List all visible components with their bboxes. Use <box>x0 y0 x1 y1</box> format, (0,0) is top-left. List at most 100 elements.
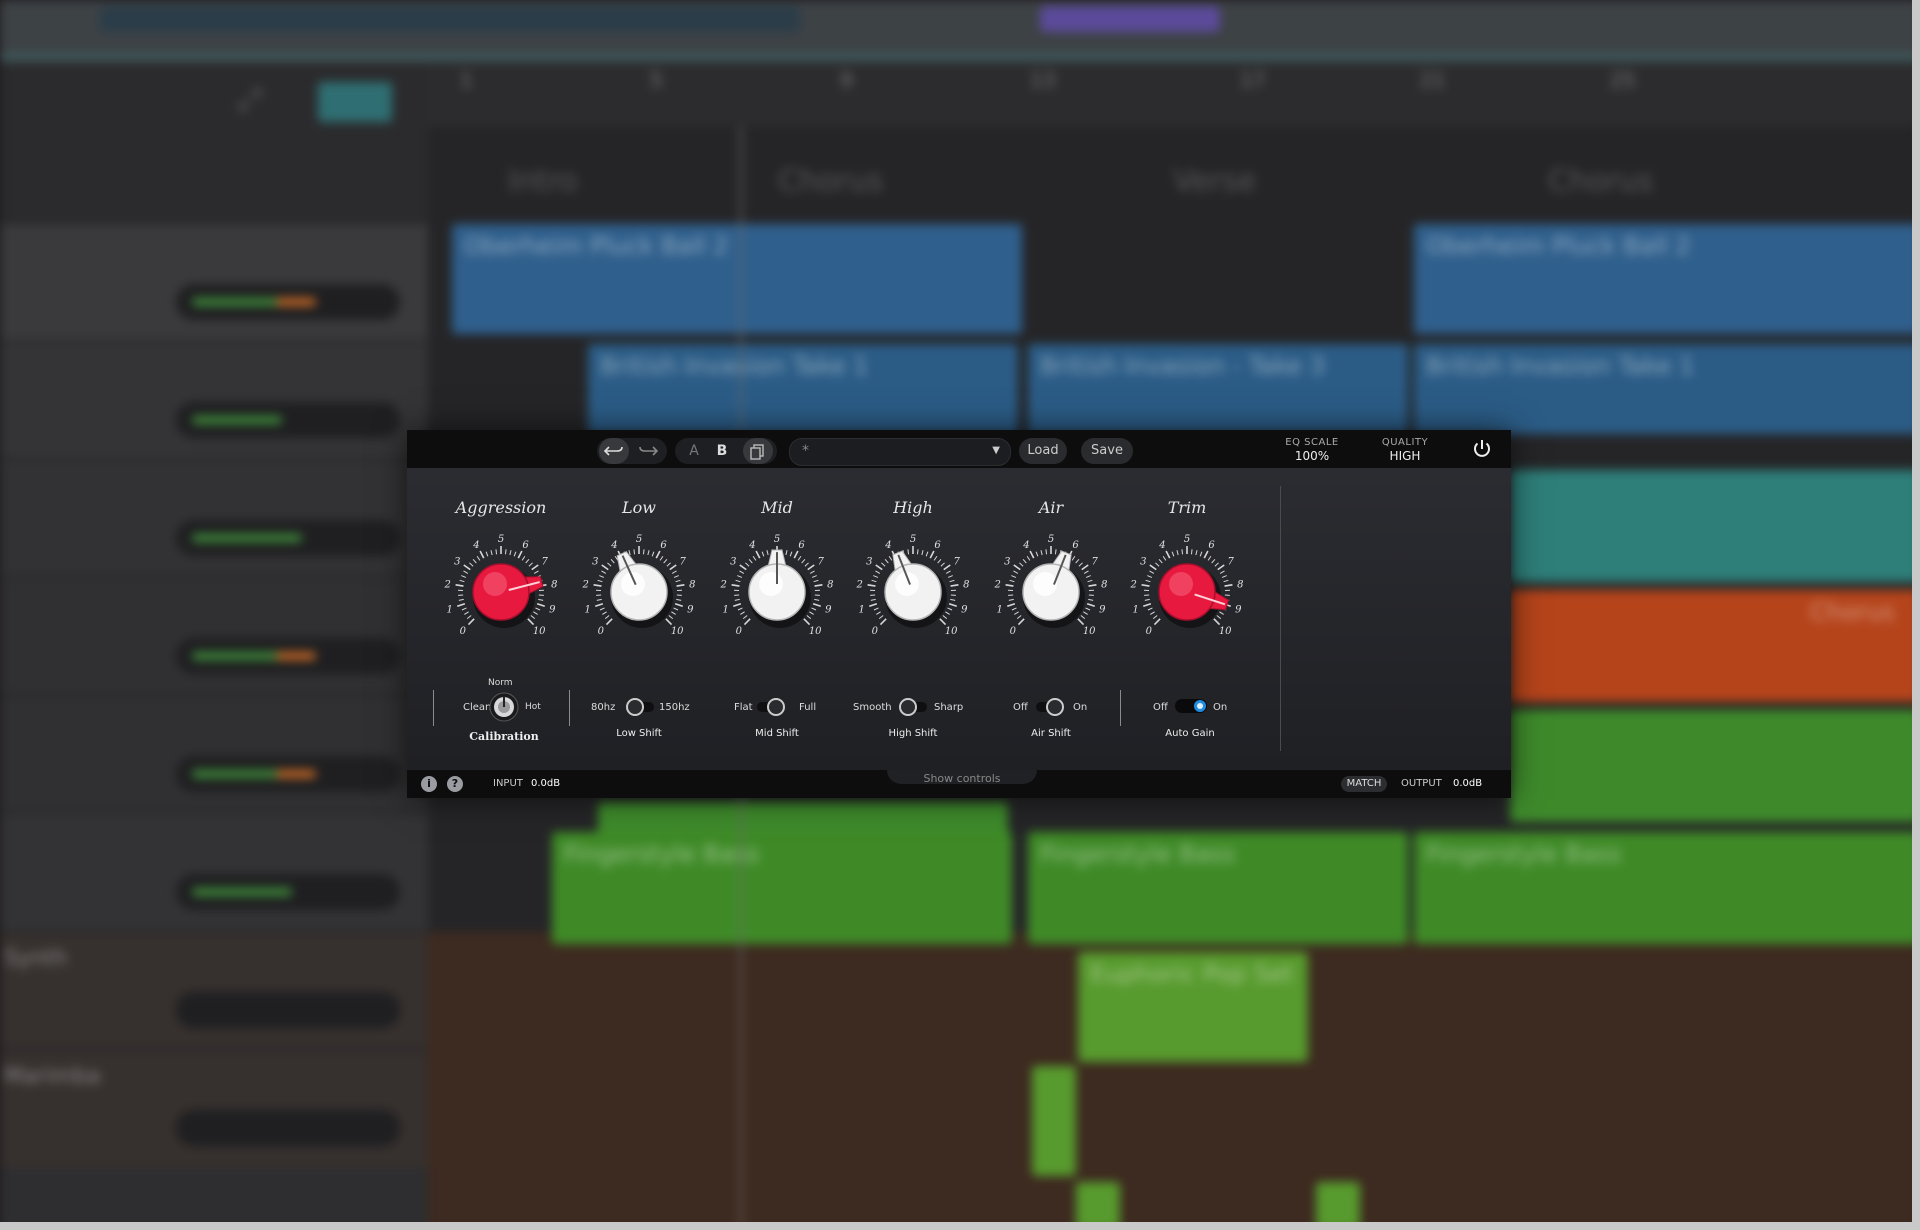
undo-button[interactable] <box>599 438 629 464</box>
show-controls-button[interactable]: Show controls <box>887 770 1037 785</box>
knob-tick <box>610 558 615 564</box>
mid-shift-label: Mid Shift <box>755 728 799 739</box>
knob-scale-label: 1 <box>858 605 864 616</box>
track-row[interactable]: Synth <box>0 930 428 1050</box>
air-shift-right-label: On <box>1073 702 1088 713</box>
knob-tick <box>811 575 817 578</box>
low-shift-switch[interactable] <box>623 692 657 722</box>
knob-scale-label: 6 <box>522 540 529 551</box>
copy-button[interactable] <box>743 438 773 464</box>
knob-scale-label: 5 <box>1048 534 1054 545</box>
clip[interactable]: Fingerstyle Bass <box>1028 832 1408 944</box>
knob-tick <box>1019 562 1024 567</box>
track-list: ⤢ Synth Marimba <box>0 62 428 1230</box>
knob-scale-label: 4 <box>748 540 755 551</box>
high-knob[interactable]: 01 2 3 4 5 6 7 8 910 <box>853 530 973 650</box>
knob-tick <box>807 564 815 571</box>
clip[interactable]: British Invasion Take 1 <box>588 344 1018 434</box>
knob-tick <box>947 607 953 611</box>
input-label: INPUT <box>493 778 523 789</box>
track-row[interactable] <box>0 458 428 578</box>
track-row[interactable] <box>0 340 428 460</box>
knob-tick <box>528 562 533 567</box>
redo-button[interactable] <box>633 438 663 464</box>
knob-tick <box>458 598 464 601</box>
knob-scale-label: 1 <box>446 605 452 616</box>
preset-dropdown[interactable]: * ▼ <box>789 438 1011 466</box>
a-button[interactable]: A <box>679 438 709 464</box>
trim-knob[interactable]: 01 2 3 4 5 6 7 8 910 <box>1127 530 1247 650</box>
knob-tick <box>1054 549 1057 555</box>
quality-value: HIGH <box>1389 449 1421 463</box>
clip[interactable] <box>1032 1066 1076 1176</box>
load-button[interactable]: Load <box>1019 438 1067 464</box>
mid-shift-switch[interactable] <box>754 692 788 722</box>
expand-icon[interactable]: ⤢ <box>238 82 278 122</box>
knob-scale-label: 8 <box>827 580 833 591</box>
timeline-ruler[interactable]: 1 5 9 13 17 21 25 <box>428 62 1920 126</box>
knob-tick <box>1085 575 1091 578</box>
knob-tick <box>455 584 464 587</box>
clip[interactable]: Euphoric Pop Set <box>1078 952 1308 1062</box>
knob-scale-label: 2 <box>993 580 1000 591</box>
knob-tick <box>1080 615 1086 620</box>
knob-tick <box>1011 575 1017 578</box>
clip[interactable] <box>1510 710 1920 822</box>
knob-tick <box>597 579 603 583</box>
quality-control[interactable]: QUALITY HIGH <box>1365 437 1445 463</box>
knob-tick <box>950 598 956 601</box>
track-row[interactable] <box>0 694 428 814</box>
plugin-toolbar: A B * ▼ Load Save EQ SCALE 100% QUALITY … <box>407 430 1511 468</box>
knob-tick <box>870 598 876 601</box>
auto-gain-off-label: Off <box>1153 702 1168 713</box>
clip[interactable]: Oberheim Pluck Ball 2 <box>452 224 1022 334</box>
knob-scale-label: 9 <box>687 605 694 616</box>
knob-tick <box>929 550 935 559</box>
clip[interactable]: British Invasion Take 1 <box>1414 344 1920 434</box>
knob-tick <box>1213 618 1221 626</box>
knob-tick <box>1077 618 1085 626</box>
low-knob[interactable]: 01 2 3 4 5 6 7 8 910 <box>579 530 699 650</box>
chevron-down-icon: ▼ <box>992 445 1000 456</box>
save-button[interactable]: Save <box>1081 438 1133 464</box>
clip[interactable]: Fingerstyle Bass <box>552 832 1012 944</box>
knob-tick <box>739 564 747 571</box>
clip[interactable]: Oberheim Pluck Ball 2 <box>1414 224 1920 334</box>
knob-tick <box>1155 562 1160 567</box>
knob-scale-label: 5 <box>774 534 780 545</box>
aggression-knob[interactable]: 01 2 3 4 5 6 7 8 910 <box>441 530 561 650</box>
track-row[interactable] <box>0 222 428 342</box>
knob-tick <box>1014 611 1019 615</box>
track-row[interactable] <box>0 576 428 696</box>
mid-knob[interactable]: 01 2 3 4 5 6 7 8 910 <box>717 530 837 650</box>
knob-tick <box>479 550 485 559</box>
air-shift-switch[interactable] <box>1033 692 1067 722</box>
knob-tick <box>1190 549 1193 555</box>
track-row[interactable]: Marimba <box>0 1048 428 1168</box>
power-icon[interactable] <box>1470 437 1494 461</box>
match-button[interactable]: MATCH <box>1341 776 1387 792</box>
divider <box>433 690 434 726</box>
knob-tick <box>1141 584 1150 587</box>
clip[interactable]: Fingerstyle Bass <box>1414 832 1920 944</box>
high-shift-switch[interactable] <box>896 692 930 722</box>
eq-scale-control[interactable]: EQ SCALE 100% <box>1267 437 1357 463</box>
clip[interactable] <box>1510 470 1920 582</box>
knob-tick <box>943 564 951 571</box>
clip[interactable]: Chorus <box>1510 590 1920 702</box>
help-icon[interactable]: ? <box>447 776 463 792</box>
auto-gain-toggle[interactable] <box>1171 693 1211 719</box>
calibration-knob[interactable] <box>487 690 521 724</box>
track-row[interactable] <box>0 812 428 932</box>
info-icon[interactable]: i <box>421 776 437 792</box>
knob-scale-label: 2 <box>443 580 450 591</box>
air-knob[interactable]: 01 2 3 4 5 6 7 8 910 <box>991 530 1111 650</box>
knob-tick <box>1195 550 1198 556</box>
b-button[interactable]: B <box>707 438 737 464</box>
track-toggle-button[interactable] <box>318 82 392 122</box>
clip[interactable]: British Invasion - Take 3 <box>1028 344 1408 434</box>
knob-scale-label: 3 <box>592 556 598 567</box>
undo-icon <box>603 446 623 456</box>
knob-tick <box>1088 598 1094 601</box>
low-shift-right-label: 150hz <box>659 702 690 713</box>
